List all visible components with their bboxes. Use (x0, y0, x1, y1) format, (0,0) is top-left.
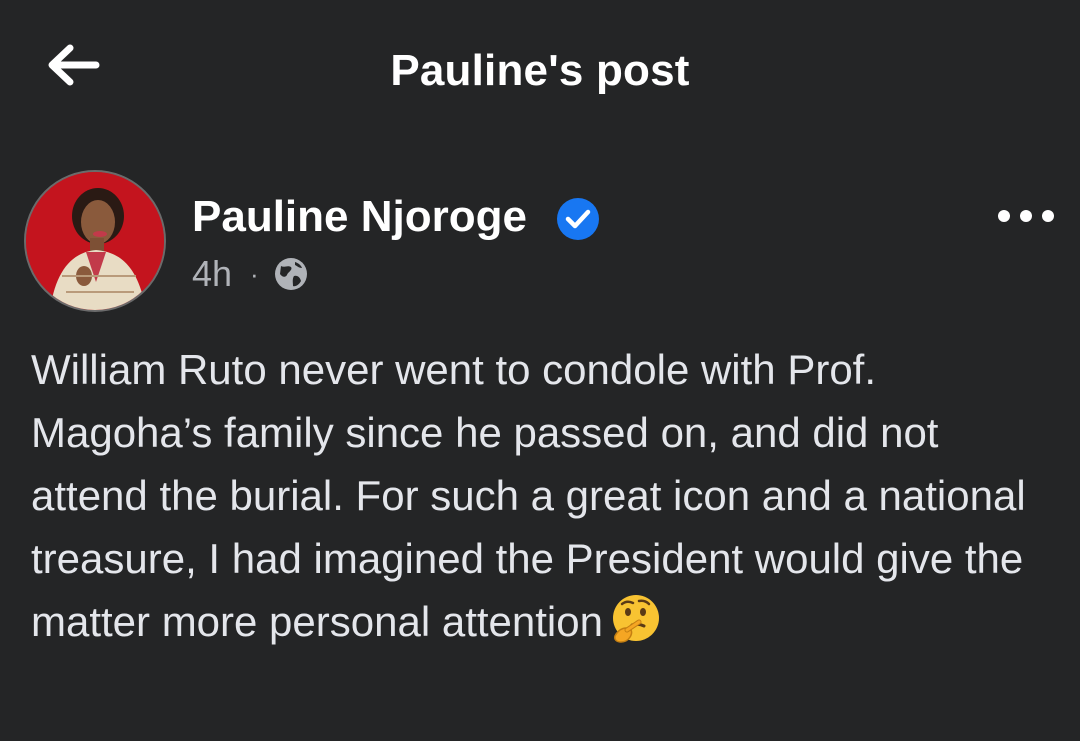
post-body: William Ruto never went to condole with … (31, 338, 1041, 653)
author-name[interactable]: Pauline Njoroge (192, 192, 527, 242)
post-meta: 4h · (192, 253, 309, 295)
page-title: Pauline's post (390, 46, 690, 95)
thinking-face-emoji (612, 595, 659, 643)
globe-icon[interactable] (273, 256, 309, 292)
avatar[interactable] (24, 170, 166, 312)
post-header: Pauline Njoroge 4h · (24, 170, 1064, 320)
more-horizontal-icon[interactable] (996, 204, 1056, 228)
verified-badge-icon (557, 198, 599, 240)
post-page: Pauline's post Pauline Njoroge 4h · Will… (0, 0, 1080, 741)
top-bar: Pauline's post (0, 0, 1080, 140)
post-text: William Ruto never went to condole with … (31, 346, 1026, 645)
meta-separator: · (250, 258, 259, 289)
profile-photo-icon (26, 172, 164, 310)
post-timestamp[interactable]: 4h (192, 253, 232, 295)
